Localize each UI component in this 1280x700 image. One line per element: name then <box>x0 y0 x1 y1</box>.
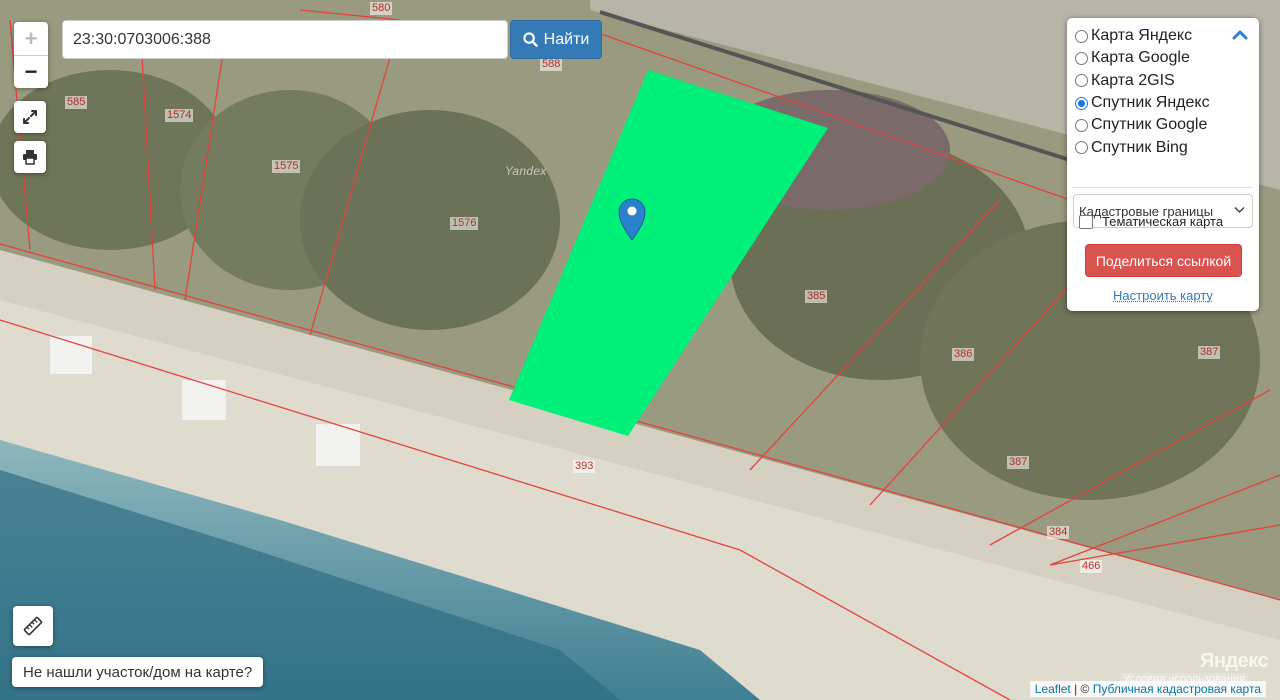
search-icon <box>523 32 538 47</box>
print-button[interactable] <box>14 141 46 173</box>
attribution: Leaflet | © Публичная кадастровая карта <box>1029 681 1266 697</box>
search-button-label: Найти <box>543 30 590 48</box>
parcel-label: 588 <box>540 58 563 71</box>
radio-button-selected[interactable] <box>1075 96 1088 110</box>
parcel-label: 393 <box>573 460 596 473</box>
radio-button[interactable] <box>1075 141 1088 155</box>
layer-option-google-satellite[interactable]: Спутник Google <box>1075 114 1210 136</box>
not-found-button[interactable]: Не нашли участок/дом на карте? <box>12 657 264 687</box>
parcel-label: 1574 <box>165 109 194 122</box>
printer-icon <box>23 150 37 165</box>
imagery-watermark: Yandex <box>505 164 547 178</box>
attribution-separator: | © <box>1070 682 1093 696</box>
parcel-label: 384 <box>1047 526 1070 539</box>
layer-option-bing-satellite[interactable]: Спутник Bing <box>1075 136 1210 158</box>
layer-option-2gis-map[interactable]: Карта 2GIS <box>1075 70 1210 92</box>
parcel-label: 387 <box>1007 456 1030 469</box>
parcel-label: 585 <box>65 96 88 109</box>
layer-option-label: Спутник Яндекс <box>1091 94 1210 112</box>
chevron-down-icon <box>1234 206 1245 214</box>
layer-option-yandex-satellite[interactable]: Спутник Яндекс <box>1075 92 1210 114</box>
thematic-map-label: Тематическая карта <box>1102 214 1224 229</box>
parcel-label: 466 <box>1080 560 1103 573</box>
zoom-control: + − <box>14 22 48 88</box>
share-link-button[interactable]: Поделиться ссылкой <box>1085 244 1242 277</box>
layer-option-yandex-map[interactable]: Карта Яндекс <box>1075 25 1210 47</box>
layer-option-google-map[interactable]: Карта Google <box>1075 47 1210 69</box>
parcel-label: 1576 <box>450 217 479 230</box>
radio-button[interactable] <box>1075 118 1088 132</box>
layer-option-label: Спутник Bing <box>1091 138 1188 156</box>
parcel-label: 1575 <box>272 160 301 173</box>
thematic-map-checkbox[interactable] <box>1079 214 1093 229</box>
search-button[interactable]: Найти <box>510 20 602 59</box>
layer-option-label: Карта 2GIS <box>1091 71 1175 89</box>
radio-button[interactable] <box>1075 74 1088 88</box>
measure-button[interactable] <box>13 606 53 646</box>
fullscreen-button[interactable] <box>14 101 46 133</box>
panel-divider <box>1073 187 1253 188</box>
ruler-icon <box>23 616 43 636</box>
parcel-label: 387 <box>1198 346 1221 359</box>
layer-switcher-panel: Карта Яндекс Карта Google Карта 2GIS Спу… <box>1067 18 1259 311</box>
zoom-out-button[interactable]: − <box>14 55 48 88</box>
basemap-list: Карта Яндекс Карта Google Карта 2GIS Спу… <box>1075 25 1210 159</box>
layer-option-label: Карта Яндекс <box>1091 27 1193 45</box>
search-input[interactable] <box>62 20 508 59</box>
parcel-label: 580 <box>370 2 393 15</box>
layer-option-label: Карта Google <box>1091 49 1190 67</box>
chevron-up-icon[interactable] <box>1231 28 1249 42</box>
parcel-label: 386 <box>952 348 975 361</box>
configure-map-link[interactable]: Настроить карту <box>1067 288 1259 303</box>
expand-icon <box>23 110 37 124</box>
radio-button[interactable] <box>1075 51 1088 65</box>
thematic-map-toggle[interactable]: Тематическая карта <box>1079 214 1223 229</box>
yandex-logo: Яндекс <box>1200 650 1269 672</box>
radio-button[interactable] <box>1075 29 1088 43</box>
parcel-label: 385 <box>805 290 828 303</box>
cadastral-map-link[interactable]: Публичная кадастровая карта <box>1093 682 1261 696</box>
layer-option-label: Спутник Google <box>1091 116 1208 134</box>
zoom-in-button[interactable]: + <box>14 22 48 55</box>
leaflet-link[interactable]: Leaflet <box>1035 682 1071 696</box>
